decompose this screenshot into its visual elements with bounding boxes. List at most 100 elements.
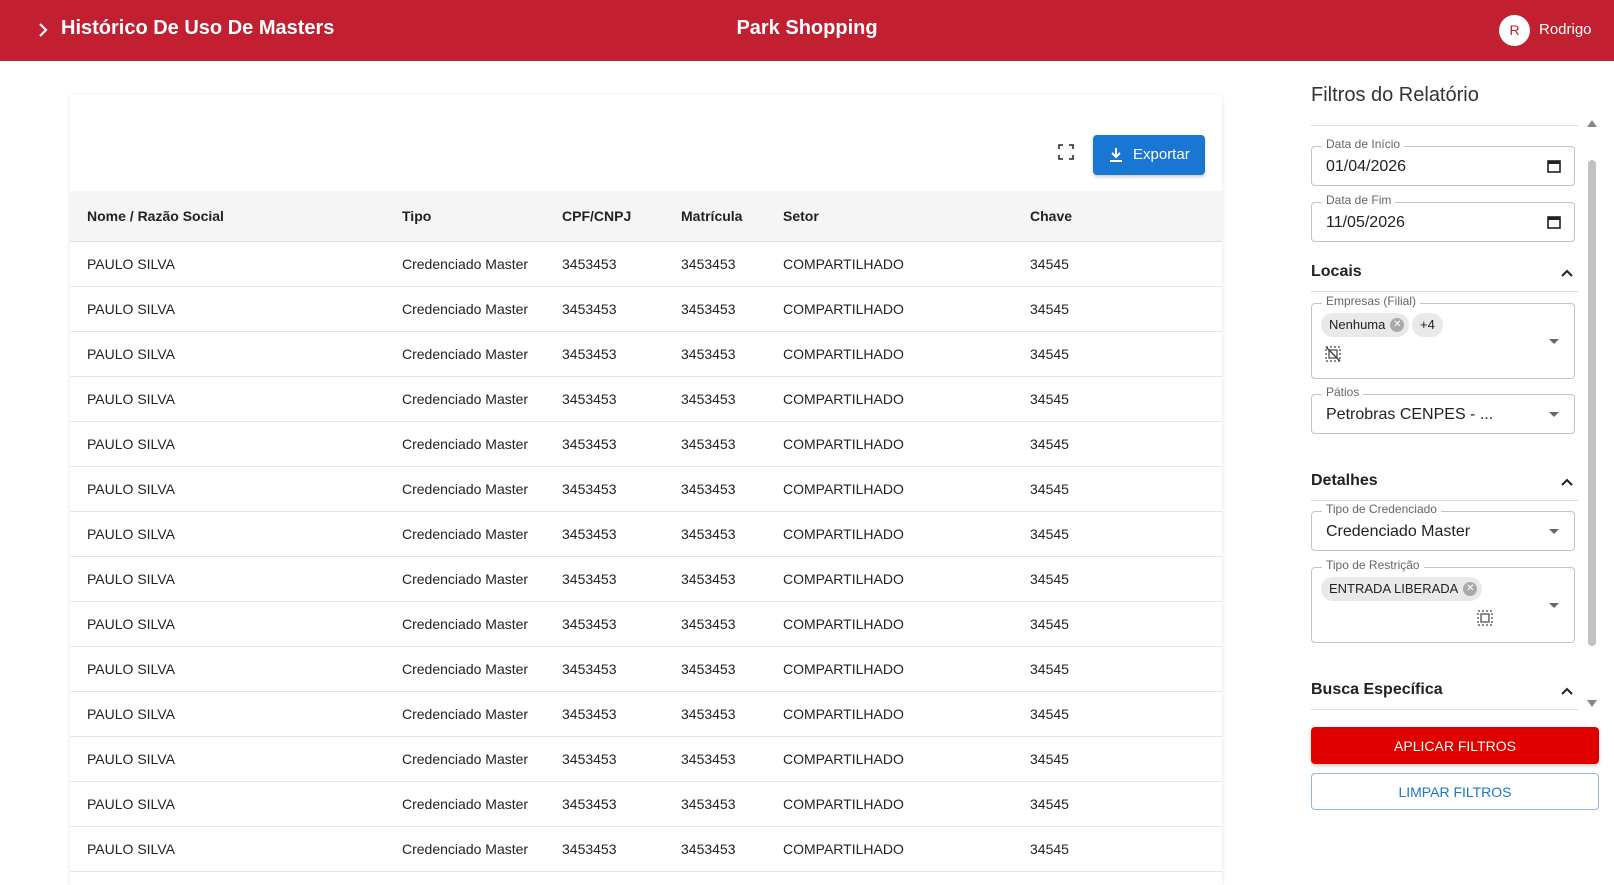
patios-value[interactable]: Petrobras CENPES - ...: [1326, 406, 1493, 424]
cell-name: PAULO SILVA: [70, 556, 402, 602]
calendar-icon[interactable]: [1546, 158, 1562, 174]
cell-matricula: 3453453: [681, 556, 783, 602]
empresas-chip[interactable]: Nenhuma ✕: [1321, 313, 1410, 337]
table-row[interactable]: PAULO SILVA Credenciado Master 3453453 3453…: [70, 286, 1222, 332]
date-start-value[interactable]: 01/04/2026: [1326, 158, 1406, 176]
empresas-chip-label: Nenhuma: [1329, 317, 1386, 332]
cell-matricula: 3453453: [681, 241, 783, 287]
divider: [1311, 125, 1578, 126]
cell-cpf: 3453453: [562, 646, 681, 692]
deselect-all-icon[interactable]: [1324, 345, 1342, 363]
table-row[interactable]: PAULO SILVA Credenciado Master 3453453 3453…: [70, 421, 1222, 467]
cell-matricula: 3453453: [681, 826, 783, 872]
tipo-credenciado-select[interactable]: Tipo de Credenciado Credenciado Master: [1311, 502, 1575, 551]
cell-setor: COMPARTILHADO: [783, 736, 1030, 782]
table-row[interactable]: PAULO SILVA Credenciado Master 3453453 3453…: [70, 601, 1222, 647]
column-header-setor[interactable]: Setor: [783, 191, 1030, 242]
cell-chave: 34545: [1030, 826, 1222, 872]
busca-heading[interactable]: Busca Específica: [1311, 681, 1443, 699]
column-header-chave[interactable]: Chave: [1030, 191, 1222, 242]
cell-chave: 34545: [1030, 781, 1222, 827]
cell-chave: 34545: [1030, 601, 1222, 647]
cell-matricula: 3453453: [681, 781, 783, 827]
cell-setor: COMPARTILHADO: [783, 376, 1030, 422]
cell-chave: 34545: [1030, 331, 1222, 377]
fullscreen-icon[interactable]: [1056, 142, 1076, 162]
cell-cpf: 3453453: [562, 826, 681, 872]
cell-type: Credenciado Master: [402, 421, 562, 467]
table-row[interactable]: PAULO SILVA Credenciado Master 3453453 3453…: [70, 646, 1222, 692]
filters-panel: Filtros do Relatório Data de Início 01/0…: [1311, 0, 1614, 868]
empresas-select[interactable]: Empresas (Filial) Nenhuma ✕ +4: [1311, 294, 1575, 379]
chevron-up-icon[interactable]: [1560, 684, 1574, 698]
table-row[interactable]: PAULO SILVA Credenciado Master 3453453 3453…: [70, 466, 1222, 512]
chevron-right-icon[interactable]: [33, 20, 53, 40]
cell-name: PAULO SILVA: [70, 286, 402, 332]
table-row[interactable]: PAULO SILVA Credenciado Master 3453453 3453…: [70, 556, 1222, 602]
cell-name: PAULO SILVA: [70, 241, 402, 287]
results-table: Nome / Razão Social Tipo CPF/CNPJ Matríc…: [70, 191, 1222, 872]
cell-type: Credenciado Master: [402, 601, 562, 647]
table-row[interactable]: PAULO SILVA Credenciado Master 3453453 3453…: [70, 331, 1222, 377]
cell-chave: 34545: [1030, 376, 1222, 422]
cell-name: PAULO SILVA: [70, 736, 402, 782]
scroll-down-arrow-icon[interactable]: [1587, 700, 1597, 707]
more-chip[interactable]: +4: [1412, 313, 1443, 337]
column-header-name[interactable]: Nome / Razão Social: [70, 191, 402, 242]
date-end-value[interactable]: 11/05/2026: [1326, 214, 1405, 232]
cell-setor: COMPARTILHADO: [783, 601, 1030, 647]
detalhes-heading[interactable]: Detalhes: [1311, 472, 1378, 490]
cell-cpf: 3453453: [562, 331, 681, 377]
locais-heading[interactable]: Locais: [1311, 263, 1362, 281]
table-row[interactable]: PAULO SILVA Credenciado Master 3453453 3453…: [70, 511, 1222, 557]
cell-matricula: 3453453: [681, 691, 783, 737]
empresas-label: Empresas (Filial): [1322, 294, 1421, 308]
cell-setor: COMPARTILHADO: [783, 826, 1030, 872]
cell-setor: COMPARTILHADO: [783, 511, 1030, 557]
cell-setor: COMPARTILHADO: [783, 286, 1030, 332]
table-row[interactable]: PAULO SILVA Credenciado Master 3453453 3453…: [70, 376, 1222, 422]
chip-remove-icon[interactable]: ✕: [1463, 582, 1478, 596]
table-row[interactable]: PAULO SILVA Credenciado Master 3453453 3453…: [70, 826, 1222, 872]
date-start-field[interactable]: Data de Início 01/04/2026: [1311, 137, 1575, 186]
cell-chave: 34545: [1030, 736, 1222, 782]
apply-filters-button[interactable]: APLICAR FILTROS: [1311, 727, 1599, 764]
cell-name: PAULO SILVA: [70, 466, 402, 512]
divider: [1311, 500, 1578, 501]
column-header-matricula[interactable]: Matrícula: [681, 191, 783, 242]
patios-select[interactable]: Pátios Petrobras CENPES - ...: [1311, 385, 1575, 434]
export-button[interactable]: Exportar: [1093, 135, 1205, 175]
cell-cpf: 3453453: [562, 511, 681, 557]
column-header-cpf[interactable]: CPF/CNPJ: [562, 191, 681, 242]
date-end-label: Data de Fim: [1322, 193, 1396, 207]
date-end-field[interactable]: Data de Fim 11/05/2026: [1311, 193, 1575, 242]
dropdown-arrow-icon[interactable]: [1549, 339, 1559, 344]
tipo-restricao-select[interactable]: Tipo de Restrição ENTRADA LIBERADA ✕: [1311, 558, 1575, 643]
cell-cpf: 3453453: [562, 691, 681, 737]
table-row[interactable]: PAULO SILVA Credenciado Master 3453453 3453…: [70, 736, 1222, 782]
calendar-icon[interactable]: [1546, 214, 1562, 230]
dropdown-arrow-icon[interactable]: [1549, 412, 1559, 417]
restricao-chip-label: ENTRADA LIBERADA: [1329, 581, 1459, 596]
cell-name: PAULO SILVA: [70, 601, 402, 647]
cell-matricula: 3453453: [681, 421, 783, 467]
select-all-icon[interactable]: [1476, 609, 1494, 627]
column-header-type[interactable]: Tipo: [402, 191, 562, 242]
restricao-chip[interactable]: ENTRADA LIBERADA ✕: [1321, 577, 1483, 601]
chip-remove-icon[interactable]: ✕: [1390, 318, 1405, 332]
dropdown-arrow-icon[interactable]: [1549, 529, 1559, 534]
chevron-up-icon[interactable]: [1560, 475, 1574, 489]
cell-chave: 34545: [1030, 511, 1222, 557]
table-row[interactable]: PAULO SILVA Credenciado Master 3453453 3453…: [70, 691, 1222, 737]
chevron-up-icon[interactable]: [1560, 266, 1574, 280]
clear-filters-button[interactable]: LIMPAR FILTROS: [1311, 773, 1599, 810]
tipo-credenciado-value[interactable]: Credenciado Master: [1326, 523, 1470, 541]
cell-type: Credenciado Master: [402, 241, 562, 287]
table-row[interactable]: PAULO SILVA Credenciado Master 3453453 3453…: [70, 241, 1222, 287]
dropdown-arrow-icon[interactable]: [1549, 603, 1559, 608]
scrollbar-thumb[interactable]: [1588, 160, 1596, 646]
table-row[interactable]: PAULO SILVA Credenciado Master 3453453 3453…: [70, 781, 1222, 827]
scroll-up-arrow-icon[interactable]: [1587, 120, 1597, 127]
divider: [1311, 709, 1578, 710]
cell-cpf: 3453453: [562, 601, 681, 647]
